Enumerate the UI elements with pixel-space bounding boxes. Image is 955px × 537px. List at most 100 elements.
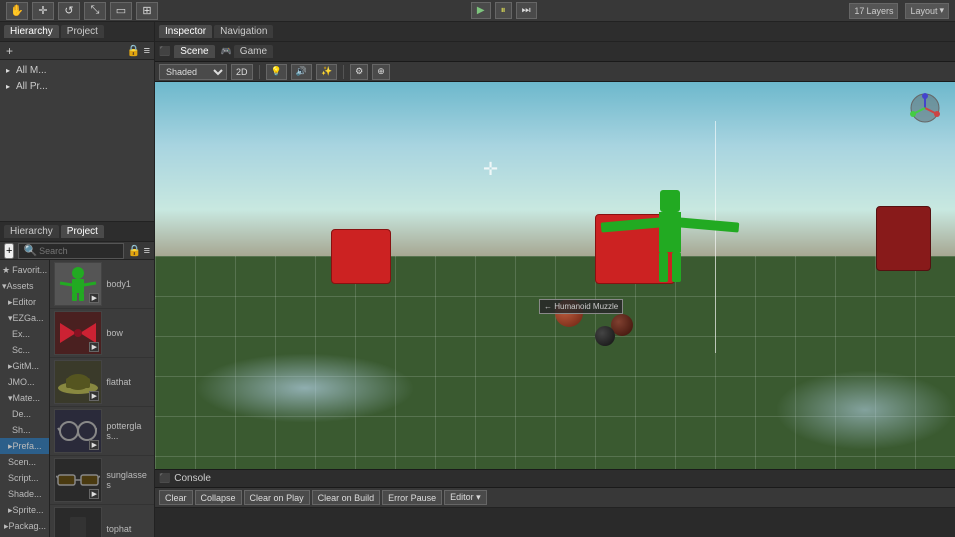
prefabs-grid: ▶ body1 ▶ bbox=[50, 260, 154, 537]
assets-label: Assets bbox=[7, 281, 34, 291]
tree-ezga[interactable]: ▾ EZGa... bbox=[0, 310, 49, 326]
layer-count-text: 17 bbox=[854, 6, 864, 16]
favorites-icon: ★ bbox=[2, 265, 10, 276]
scene-tab[interactable]: Scene bbox=[174, 45, 214, 58]
figure-head bbox=[660, 190, 680, 212]
transform-tool-button[interactable]: ⊞ bbox=[136, 2, 158, 20]
tree-de[interactable]: De... bbox=[0, 406, 49, 422]
move-tool-button[interactable]: ✛ bbox=[32, 2, 54, 20]
light-patch-right bbox=[775, 370, 955, 450]
tree-script[interactable]: Script... bbox=[0, 470, 49, 486]
sunglasses-icon bbox=[56, 470, 100, 490]
prefab-flathat[interactable]: ▶ flathat bbox=[50, 358, 154, 407]
rotate-tool-button[interactable]: ↺ bbox=[58, 2, 80, 20]
tree-shade[interactable]: Shade... bbox=[0, 486, 49, 502]
console-content bbox=[155, 508, 955, 537]
main-layout: Hierarchy Project + 🔒 ≡ ▸ All M... ▸ All… bbox=[0, 22, 955, 537]
play-button[interactable]: ▶ bbox=[471, 2, 491, 19]
fx-button[interactable]: ✨ bbox=[316, 64, 337, 80]
hierarchy-item-allpr[interactable]: ▸ All Pr... bbox=[2, 78, 152, 94]
tree-sh[interactable]: Sh... bbox=[0, 422, 49, 438]
navigation-tab[interactable]: Navigation bbox=[214, 25, 273, 38]
clear-button[interactable]: Clear bbox=[159, 490, 193, 505]
prefab-thumb-potterglas: ▶ bbox=[54, 409, 102, 453]
hierarchy-item-label-2: All Pr... bbox=[16, 81, 48, 92]
prefab-name-body1: body1 bbox=[106, 279, 131, 289]
tree-sc[interactable]: Sc... bbox=[0, 342, 49, 358]
hierarchy-content: ▸ All M... ▸ All Pr... bbox=[0, 60, 154, 221]
scene-viewport[interactable]: ✛ ← Humanoid Muzzle bbox=[155, 82, 955, 469]
gizmo-svg bbox=[907, 90, 943, 126]
dark-sphere[interactable] bbox=[595, 326, 615, 346]
2d-button[interactable]: 2D bbox=[231, 64, 253, 80]
tree-sprite[interactable]: ▸ Sprite... bbox=[0, 502, 49, 518]
hierarchy-tab-2[interactable]: Hierarchy bbox=[4, 225, 59, 238]
scene-settings-button[interactable]: ⚙ bbox=[350, 64, 368, 80]
tree-favorites[interactable]: ★ Favorit... bbox=[0, 262, 49, 278]
audio-button[interactable]: 🔊 bbox=[291, 64, 312, 80]
prefab-sunglasses[interactable]: ▶ sunglasses bbox=[50, 456, 154, 505]
scene-game-toolbar: Shaded Wireframe 2D 💡 🔊 ✨ ⚙ ⊕ bbox=[155, 62, 955, 82]
tree-jmo[interactable]: JMO... bbox=[0, 374, 49, 390]
collapse-button[interactable]: Collapse bbox=[195, 490, 242, 505]
green-figure[interactable] bbox=[659, 190, 681, 282]
gizmo-button[interactable]: ⊕ bbox=[372, 64, 390, 80]
prefab-arrow-flathat: ▶ bbox=[89, 391, 99, 401]
tree-arrow: ▸ bbox=[6, 66, 16, 75]
prefab-arrow-potterglas: ▶ bbox=[89, 440, 99, 450]
move-handle: ✛ bbox=[483, 159, 498, 180]
tree-mate[interactable]: ▾ Mate... bbox=[0, 390, 49, 406]
tree-ex[interactable]: Ex... bbox=[0, 326, 49, 342]
project-tab[interactable]: Project bbox=[61, 225, 104, 238]
toolbar-sep-2 bbox=[343, 65, 344, 79]
light-patch-left bbox=[195, 353, 415, 423]
hierarchy-add-button[interactable]: + bbox=[4, 44, 15, 58]
scene-gizmo bbox=[907, 90, 943, 129]
tree-assets[interactable]: ▾ Assets bbox=[0, 278, 49, 294]
game-tab[interactable]: Game bbox=[234, 45, 273, 58]
hierarchy-item-allma[interactable]: ▸ All M... bbox=[2, 62, 152, 78]
console-icon: ⬛ bbox=[159, 473, 170, 484]
project-add-button[interactable]: + bbox=[4, 243, 14, 259]
prefab-potterglas[interactable]: ▶ potterglas... bbox=[50, 407, 154, 456]
layout-badge[interactable]: Layout ▾ bbox=[905, 3, 949, 19]
tree-gitm[interactable]: ▸ GitM... bbox=[0, 358, 49, 374]
red-cube-1[interactable] bbox=[331, 229, 391, 284]
inspector-tab[interactable]: Inspector bbox=[159, 25, 212, 38]
prefab-body1[interactable]: ▶ body1 bbox=[50, 260, 154, 309]
gitm-label: GitM... bbox=[13, 361, 40, 371]
editor-dropdown-button[interactable]: Editor ▾ bbox=[444, 490, 487, 505]
lighting-button[interactable]: 💡 bbox=[266, 64, 287, 80]
scale-tool-button[interactable]: ⤡ bbox=[84, 2, 106, 20]
jmo-label: JMO... bbox=[8, 377, 35, 387]
hierarchy-tab[interactable]: Hierarchy bbox=[4, 25, 59, 38]
prefab-thumb-body1: ▶ bbox=[54, 262, 102, 306]
hierarchy-panel: Hierarchy Project + 🔒 ≡ ▸ All M... ▸ All… bbox=[0, 22, 154, 222]
prefab-bow[interactable]: ▶ bow bbox=[50, 309, 154, 358]
packages-label: Packag... bbox=[9, 521, 47, 531]
project-menu-icon: ≡ bbox=[144, 245, 150, 257]
shading-select[interactable]: Shaded Wireframe bbox=[159, 64, 227, 80]
clear-on-build-button[interactable]: Clear on Build bbox=[312, 490, 381, 505]
error-pause-button[interactable]: Error Pause bbox=[382, 490, 442, 505]
project-search-input[interactable] bbox=[39, 246, 119, 256]
prefab-tophat[interactable]: ▶ tophat bbox=[50, 505, 154, 537]
pause-button[interactable]: ⏸ bbox=[495, 2, 512, 19]
tree-prefa[interactable]: ▸ Prefa... bbox=[0, 438, 49, 454]
prefab-name-tophat: tophat bbox=[106, 524, 131, 534]
clear-on-play-button[interactable]: Clear on Play bbox=[244, 490, 310, 505]
tree-packages[interactable]: ▸ Packag... bbox=[0, 518, 49, 534]
hand-tool-button[interactable]: ✋ bbox=[6, 2, 28, 20]
tree-scen[interactable]: Scen... bbox=[0, 454, 49, 470]
tree-editor[interactable]: ▸ Editor bbox=[0, 294, 49, 310]
project-tab-header[interactable]: Project bbox=[61, 25, 104, 38]
rect-tool-button[interactable]: ▭ bbox=[110, 2, 132, 20]
red-cube-3[interactable] bbox=[876, 206, 931, 271]
console-tab[interactable]: Console bbox=[174, 473, 211, 484]
step-button[interactable]: ⏭ bbox=[516, 2, 537, 19]
global-toolbar: ✋ ✛ ↺ ⤡ ▭ ⊞ ▶ ⏸ ⏭ 17 Layers Layout ▾ bbox=[0, 0, 955, 22]
hierarchy-tab-row: Hierarchy Project bbox=[0, 22, 154, 42]
figure-leg-right bbox=[672, 252, 681, 282]
prefab-name-flathat: flathat bbox=[106, 377, 131, 387]
figure-body bbox=[659, 190, 681, 282]
